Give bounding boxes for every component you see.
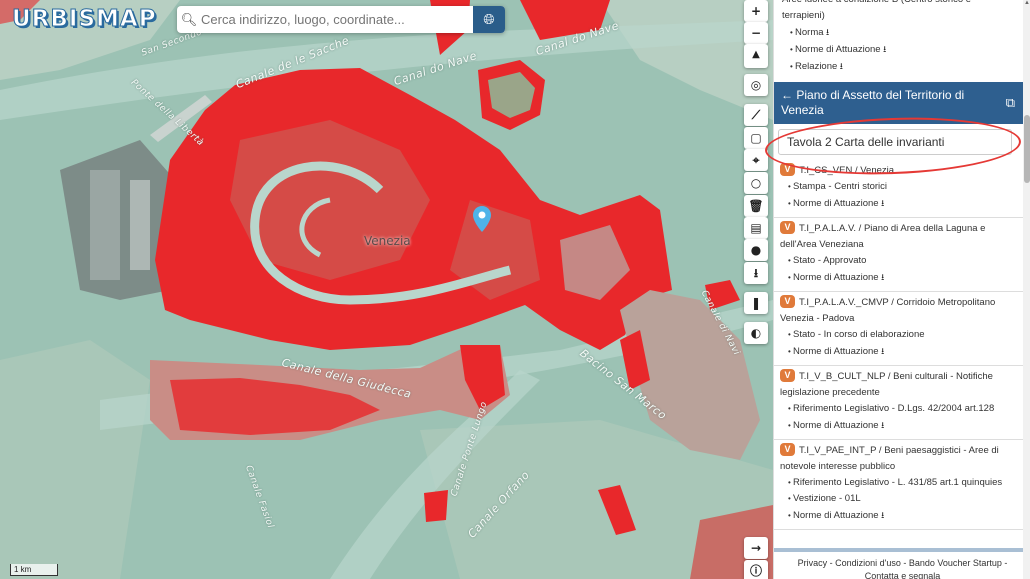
panel-scrollbar[interactable]: ▲ <box>1023 0 1030 579</box>
bookmark-icon[interactable]: ❚ <box>744 292 768 314</box>
list-item[interactable]: V T.I_V_PAE_INT_P / Beni paesaggistici - … <box>774 440 1023 530</box>
location-pin-icon[interactable] <box>473 206 491 232</box>
doc-link[interactable]: Norme di Attuazione <box>793 346 884 357</box>
visibility-badge[interactable]: V <box>780 221 795 234</box>
visibility-badge[interactable]: V <box>780 295 795 308</box>
compass-icon[interactable]: ▲ <box>744 44 768 68</box>
search-input[interactable] <box>201 6 473 33</box>
circle-icon[interactable]: ○ <box>744 172 768 194</box>
pin-icon[interactable]: ● <box>744 239 768 261</box>
footer-links[interactable]: Privacy - Condizioni d'uso - Bando Vouch… <box>774 557 1030 570</box>
doc-link[interactable]: Relazione <box>795 61 843 72</box>
layer-attribute: Stampa - Centri storici <box>780 179 1017 195</box>
layer-title: T.I_V_B_CULT_NLP / Beni culturali - Noti… <box>780 371 993 398</box>
external-link-icon[interactable]: ⧉ <box>1006 95 1015 110</box>
city-label: Venezia <box>364 234 411 248</box>
logo-text: URBISMAP <box>12 6 157 33</box>
panel-footer: Privacy - Condizioni d'uso - Bando Vouch… <box>774 552 1030 579</box>
layer-title: T.I_P.A.L.A.V._CMVP / Corridoio Metropol… <box>780 297 996 324</box>
doc-link[interactable]: Norme di Attuazione <box>793 420 884 431</box>
visibility-badge[interactable]: V <box>780 369 795 382</box>
zoom-out-button[interactable]: − <box>744 22 768 44</box>
doc-link[interactable]: Norma <box>795 27 829 38</box>
layer-attribute: Vestizione - 01L <box>780 491 1017 507</box>
layers-icon[interactable]: ◐ <box>744 322 768 344</box>
visibility-badge[interactable]: V <box>780 443 795 456</box>
layer-attribute: Riferimento Legislativo - D.Lgs. 42/2004… <box>780 401 1017 417</box>
info-icon[interactable]: ⓘ <box>744 560 768 579</box>
doc-link[interactable]: Norme di Attuazione <box>795 44 886 55</box>
layer-title: T.I_V_PAE_INT_P / Beni paesaggistici - A… <box>780 445 999 472</box>
previous-layer-block: Aree idonee a condizione B (Centro stori… <box>774 0 1030 75</box>
download-icon[interactable]: ⭳ <box>744 262 768 284</box>
back-arrow-icon[interactable]: ← <box>781 88 793 102</box>
search-icon: 🔍︎ <box>180 11 198 27</box>
previous-layer-title-cont: terrapieni) <box>782 10 825 21</box>
search-bar: 🔍︎ 🌐︎ <box>177 6 505 33</box>
list-item[interactable]: V T.I_P.A.L.A.V. / Piano di Area della La… <box>774 218 1023 292</box>
map-scale: 1 km <box>10 564 58 576</box>
layer-attribute: Riferimento Legislativo - L. 431/85 art.… <box>780 475 1017 491</box>
plan-header[interactable]: ← Piano di Assetto del Territorio di Ven… <box>774 82 1023 124</box>
marker-icon[interactable]: ⌖ <box>744 149 768 171</box>
app-logo[interactable]: URBISMAP <box>12 6 157 33</box>
visibility-badge[interactable]: V <box>780 163 795 176</box>
layer-title: T.I_CS_VEN / Venezia <box>799 165 895 176</box>
list-item[interactable]: V T.I_CS_VEN / Venezia Stampa - Centri st… <box>774 160 1023 218</box>
map-graphics <box>0 0 773 579</box>
layer-list: V T.I_CS_VEN / Venezia Stampa - Centri st… <box>774 160 1023 530</box>
map-canvas[interactable]: Canale de le Sacche Canal do Nave Canal … <box>0 0 773 579</box>
doc-link[interactable]: Norme di Attuazione <box>793 510 884 521</box>
print-icon[interactable]: ▤ <box>744 217 768 239</box>
plan-title: Piano di Assetto del Territorio di Venez… <box>781 88 965 117</box>
globe-icon[interactable]: 🌐︎ <box>473 6 505 33</box>
tavola-selector[interactable]: Tavola 2 Carta delle invarianti <box>778 129 1012 155</box>
doc-link[interactable]: Norme di Attuazione <box>793 198 884 209</box>
list-item[interactable]: V T.I_P.A.L.A.V._CMVP / Corridoio Metropo… <box>774 292 1023 366</box>
measure-line-icon[interactable]: ⟋ <box>744 104 768 126</box>
layers-panel: Aree idonee a condizione B (Centro stori… <box>773 0 1030 579</box>
list-item[interactable]: V T.I_V_B_CULT_NLP / Beni culturali - Not… <box>774 366 1023 440</box>
scroll-up-icon[interactable]: ▲ <box>1024 0 1030 6</box>
layer-title: T.I_P.A.L.A.V. / Piano di Area della Lag… <box>780 223 986 250</box>
zoom-in-button[interactable]: + <box>744 0 768 22</box>
footer-contact-link[interactable]: Contatta e segnala <box>774 570 1030 579</box>
layer-attribute: Stato - Approvato <box>780 253 1017 269</box>
doc-link[interactable]: Norme di Attuazione <box>793 272 884 283</box>
scrollbar-thumb[interactable] <box>1024 115 1030 183</box>
previous-layer-title: Aree idonee a condizione B (Centro stori… <box>782 0 1022 8</box>
collapse-panel-icon[interactable]: → <box>744 537 768 559</box>
measure-area-icon[interactable]: ▢ <box>744 127 768 149</box>
locate-icon[interactable]: ◎ <box>744 74 768 96</box>
trash-icon[interactable]: 🗑︎ <box>744 195 768 217</box>
layer-attribute: Stato - In corso di elaborazione <box>780 327 1017 343</box>
